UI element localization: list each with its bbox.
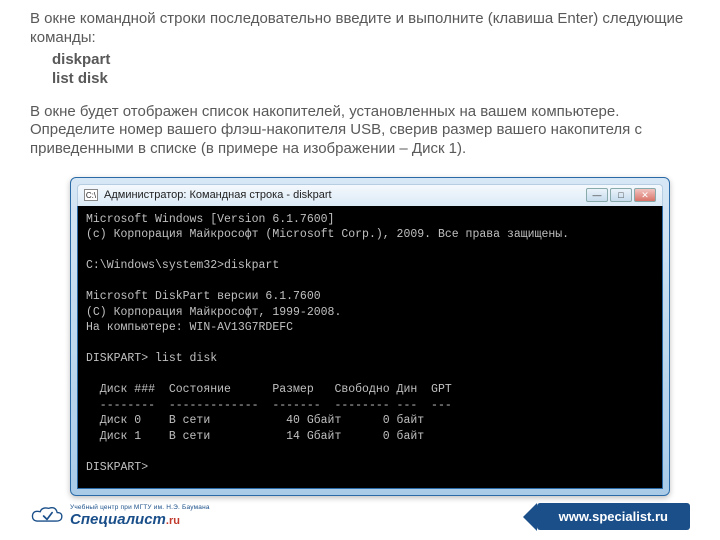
logo: Учебный центр при МГТУ им. Н.Э. Баумана …	[30, 505, 210, 527]
instruction-intro: В окне командной строки последовательно …	[30, 10, 690, 48]
console-line: Microsoft DiskPart версии 6.1.7600	[86, 290, 321, 303]
minimize-button[interactable]: —	[586, 188, 608, 202]
console-prompt: DISKPART>	[86, 461, 148, 474]
command-2: list disk	[52, 69, 690, 89]
window-title: Администратор: Командная строка - diskpa…	[104, 189, 332, 201]
table-header: Диск ### Состояние Размер Свободно Дин G…	[86, 383, 452, 396]
footer: Учебный центр при МГТУ им. Н.Э. Баумана …	[0, 492, 720, 540]
instruction-result: В окне будет отображен список накопителе…	[30, 103, 690, 159]
table-row: Диск 0 В сети 40 Gбайт 0 байт	[86, 414, 424, 427]
console-line: (c) Корпорация Майкрософт (Microsoft Cor…	[86, 228, 569, 241]
console-line: (C) Корпорация Майкрософт, 1999-2008.	[86, 306, 341, 319]
console-line: Microsoft Windows [Version 6.1.7600]	[86, 213, 334, 226]
terminal-window: C:\ Администратор: Командная строка - di…	[70, 177, 670, 496]
command-list: diskpart list disk	[30, 48, 690, 97]
console-line: На компьютере: WIN-AV13G7RDEFC	[86, 321, 293, 334]
window-titlebar: C:\ Администратор: Командная строка - di…	[77, 184, 663, 206]
logo-title: Специалист.ru	[70, 512, 210, 527]
site-badge: www.specialist.ru	[537, 503, 690, 530]
table-separator: -------- ------------- ------- -------- …	[86, 399, 452, 412]
console-prompt: C:\Windows\system32>diskpart	[86, 259, 279, 272]
console-output: Microsoft Windows [Version 6.1.7600] (c)…	[77, 206, 663, 489]
cmd-icon: C:\	[84, 189, 98, 201]
console-prompt: DISKPART> list disk	[86, 352, 217, 365]
command-1: diskpart	[52, 50, 690, 70]
cloud-icon	[30, 505, 64, 527]
table-row: Диск 1 В сети 14 Gбайт 0 байт	[86, 430, 424, 443]
maximize-button[interactable]: □	[610, 188, 632, 202]
close-button[interactable]: ✕	[634, 188, 656, 202]
